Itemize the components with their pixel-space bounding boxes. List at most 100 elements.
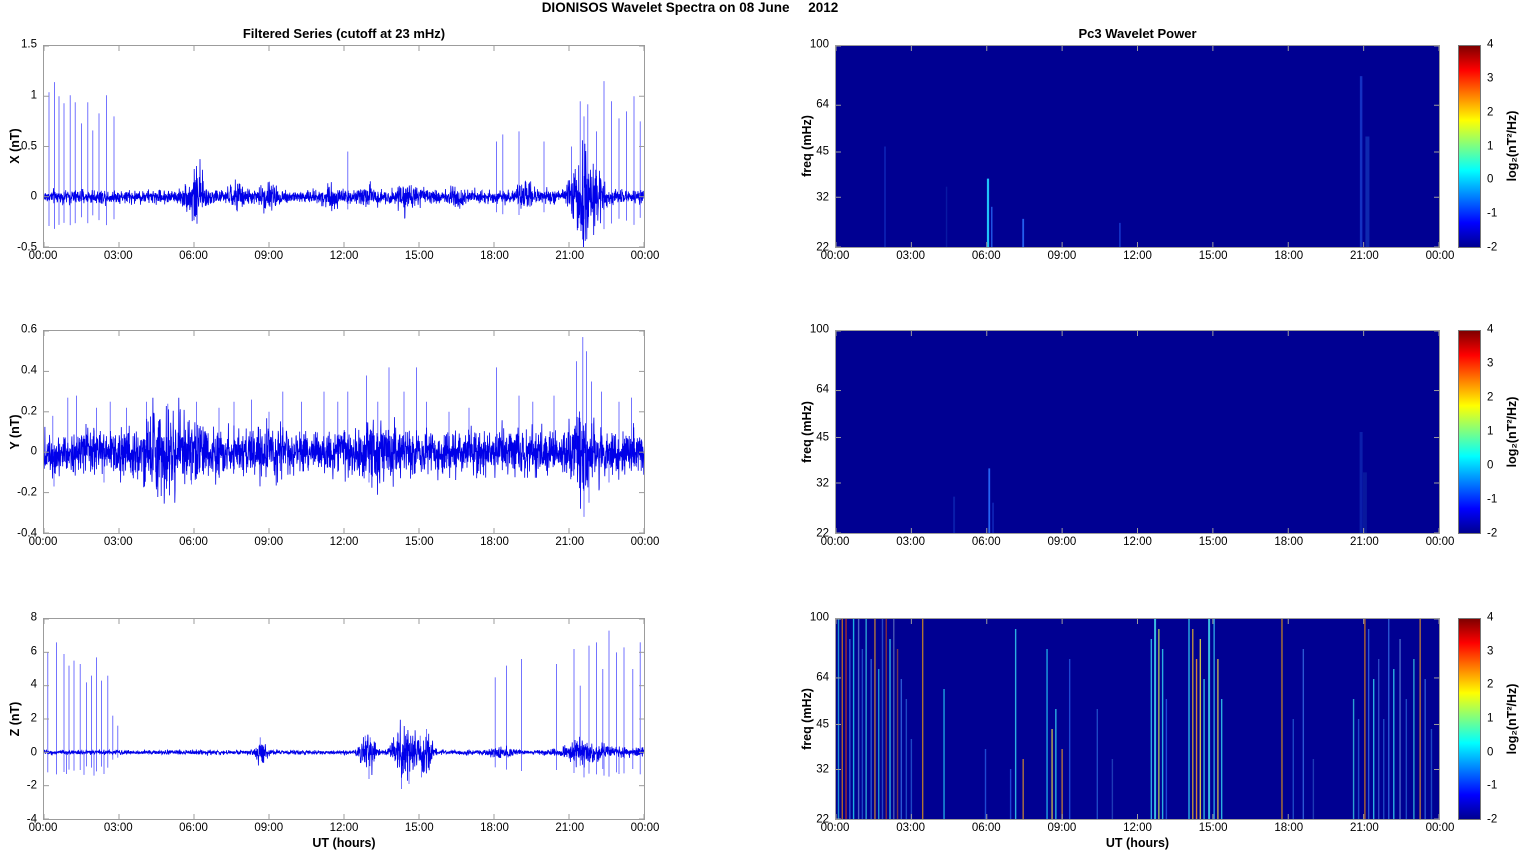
y-tick-label: -0.2: [17, 486, 37, 499]
x-tick-label: 00:00: [28, 536, 58, 548]
x-tick-label: 12:00: [329, 250, 359, 262]
colorbar: [1458, 618, 1481, 820]
x-tick-label: 00:00: [1425, 250, 1455, 262]
x-tick-label: 21:00: [1349, 822, 1379, 834]
colorbar-tick-label: 4: [1487, 611, 1494, 624]
freq-tick-label: 100: [809, 611, 829, 624]
x-tick-label: 18:00: [480, 822, 509, 834]
x-tick-label: 18:00: [1274, 536, 1304, 548]
colorbar-tick-label: 1: [1487, 712, 1494, 725]
y-tick-label: 6: [30, 644, 37, 657]
series-panel-y-canvas: [44, 331, 644, 533]
series-panel-z: [43, 618, 645, 820]
x-tick-label: 03:00: [896, 250, 926, 262]
y-tick-label: 4: [30, 678, 37, 691]
x-tick-label: 21:00: [555, 822, 585, 834]
spectrogram-panel-pc3-x: [835, 45, 1440, 248]
freq-tick-label: 100: [809, 323, 829, 336]
colorbar: [1458, 330, 1481, 534]
x-tick-label: 00:00: [630, 250, 660, 262]
freq-tick-label: 100: [809, 38, 829, 51]
freq-tick-label: 45: [816, 145, 829, 158]
colorbar-tick-label: -1: [1487, 493, 1498, 506]
x-tick-label: 09:00: [1047, 536, 1077, 548]
x-tick-label: 09:00: [254, 536, 284, 548]
freq-tick-label: 64: [816, 98, 829, 111]
wavelet-spectra-figure: DIONISOS Wavelet Spectra on 08 June 2012…: [0, 0, 1525, 854]
colorbar-tick-label: 2: [1487, 391, 1494, 404]
x-tick-label: 00:00: [820, 536, 850, 548]
x-tick-label: 18:00: [480, 536, 509, 548]
colorbar-tick-label: -1: [1487, 779, 1498, 792]
spectrogram-background: [836, 46, 1439, 247]
x-tick-label: 06:00: [971, 536, 1001, 548]
colorbar-tick-label: 0: [1487, 745, 1494, 758]
x-tick-label: 15:00: [404, 822, 434, 834]
x-tick-label: 06:00: [971, 250, 1001, 262]
ut-hours-label-left: UT (hours): [312, 836, 376, 850]
y-tick-label: 0.4: [21, 364, 37, 377]
freq-tick-label: 64: [816, 670, 829, 683]
wavelet-power-title: Pc3 Wavelet Power: [1078, 26, 1197, 41]
colorbar-tick-label: 3: [1487, 644, 1494, 657]
y-tick-label: 0: [30, 445, 37, 458]
ut-hours-label-right: UT (hours): [1105, 836, 1170, 850]
x-tick-label: 06:00: [179, 822, 208, 834]
x-tick-label: 00:00: [630, 536, 660, 548]
x-tick-label: 06:00: [971, 822, 1001, 834]
x-tick-label: 03:00: [896, 536, 926, 548]
x-tick-label: 21:00: [1349, 250, 1379, 262]
x-tick-label: 03:00: [103, 536, 133, 548]
series-noise-trace: [44, 719, 644, 781]
x-tick-label: 00:00: [28, 822, 58, 834]
x-tick-label: 15:00: [1198, 250, 1228, 262]
x-tick-label: 12:00: [329, 536, 359, 548]
spectrogram-panel-pc3-y: [835, 330, 1440, 534]
x-tick-label: 15:00: [1198, 822, 1228, 834]
colorbar-tick-label: -2: [1487, 813, 1498, 826]
colorbar-tick-label: 4: [1487, 38, 1494, 51]
spectrogram-background: [836, 619, 1439, 819]
colorbar-tick-label: 1: [1487, 139, 1494, 152]
colorbar-tick-label: 0: [1487, 173, 1494, 186]
x-tick-label: 21:00: [555, 250, 585, 262]
x-tick-label: 21:00: [555, 536, 585, 548]
x-tick-label: 15:00: [404, 250, 434, 262]
x-tick-label: 09:00: [254, 822, 284, 834]
x-tick-label: 00:00: [1425, 536, 1455, 548]
y-tick-label: 8: [30, 611, 37, 624]
series-panel-x-canvas: [44, 46, 644, 247]
x-tick-label: 00:00: [28, 250, 58, 262]
series-panel-x: [43, 45, 645, 248]
x-tick-label: 12:00: [1123, 536, 1152, 548]
colorbar: [1458, 45, 1481, 248]
y-tick-label: 0: [30, 190, 37, 203]
colorbar-tick-label: -2: [1487, 241, 1498, 254]
x-tick-label: 00:00: [820, 822, 850, 834]
x-tick-label: 12:00: [1123, 250, 1152, 262]
y-tick-label: 0.6: [21, 323, 37, 336]
spectrogram-panel-pc3-z: [835, 618, 1440, 820]
freq-tick-label: 45: [816, 717, 829, 730]
y-tick-label: 1: [30, 89, 37, 101]
freq-tick-label: 45: [816, 430, 829, 443]
freq-tick-label: 32: [816, 476, 829, 489]
series-panel-z-canvas: [44, 619, 644, 819]
x-tick-label: 06:00: [179, 536, 208, 548]
freq-tick-label: 32: [816, 191, 829, 203]
x-tick-label: 09:00: [254, 250, 284, 262]
y-tick-label: 0.2: [21, 404, 37, 417]
x-tick-label: 03:00: [103, 822, 133, 834]
filtered-series-title: Filtered Series (cutoff at 23 mHz): [242, 26, 446, 41]
x-tick-label: 18:00: [1274, 822, 1304, 834]
freq-tick-label: 32: [816, 763, 829, 776]
x-tick-label: 18:00: [480, 250, 509, 262]
y-axis-label-y: Y (nT): [8, 414, 22, 450]
x-tick-label: 18:00: [1274, 250, 1304, 262]
y-tick-label: 2: [30, 712, 37, 725]
colorbar-tick-label: 3: [1487, 357, 1494, 370]
y-tick-label: 0.5: [21, 139, 37, 152]
x-tick-label: 15:00: [1198, 536, 1228, 548]
colorbar-tick-label: 3: [1487, 72, 1494, 85]
spectrogram-panel-pc3-x-canvas: [836, 46, 1439, 247]
